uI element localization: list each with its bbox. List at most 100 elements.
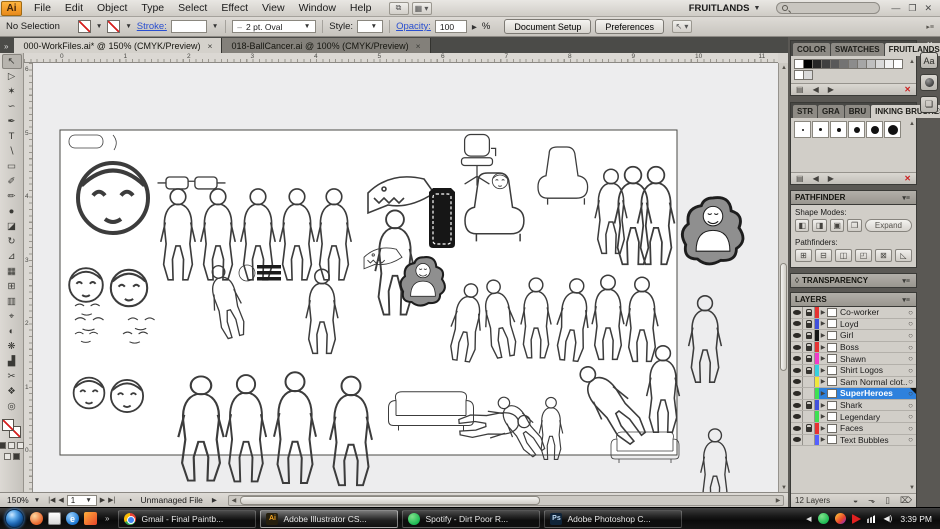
disclosure-triangle-icon[interactable]: ▶ <box>819 425 827 432</box>
panel-tab[interactable]: GRA <box>818 105 844 118</box>
document-tab[interactable]: 018-BallCancer.ai @ 100% (CMYK/Preview) … <box>222 38 430 53</box>
target-circle-icon[interactable]: ○ <box>908 343 916 352</box>
tool-button[interactable]: ∖ <box>2 144 22 159</box>
brush[interactable] <box>866 121 883 138</box>
target-circle-icon[interactable]: ○ <box>908 424 916 433</box>
brush[interactable] <box>794 121 811 138</box>
menu-item[interactable]: Type <box>134 0 171 16</box>
spotify-tray-icon[interactable] <box>818 513 829 524</box>
disclosure-triangle-icon[interactable]: ▶ <box>819 367 827 374</box>
clock-label[interactable]: 3:39 PM <box>900 514 932 524</box>
vertical-scrollbar[interactable]: ▲ ▼ <box>778 63 788 492</box>
layer-row[interactable]: ▶ Faces ○ <box>791 423 916 435</box>
horizontal-scroll-thumb[interactable] <box>240 496 540 505</box>
disclosure-triangle-icon[interactable]: ▶ <box>819 320 827 327</box>
tool-button[interactable]: ↻ <box>2 234 22 249</box>
menu-item[interactable]: View <box>255 0 292 16</box>
tool-button[interactable]: ▷ <box>2 69 22 84</box>
layer-row[interactable]: ▶ Shawn ○ <box>791 353 916 365</box>
arrange-documents-icon[interactable]: ▦ ▾ <box>412 2 432 15</box>
workspace-switcher[interactable]: FRUITLANDS ▼ <box>682 1 768 16</box>
pathfinder-header[interactable]: PATHFINDER ▾≡ <box>790 190 917 205</box>
page-number-field[interactable]: 1 ▼ <box>67 495 97 506</box>
taskbar-button[interactable]: Adobe Photoshop C... <box>544 510 682 528</box>
panel-tab[interactable]: STR <box>793 105 817 118</box>
lock-toggle[interactable] <box>803 365 815 376</box>
disclosure-triangle-icon[interactable]: ▶ <box>819 355 827 362</box>
play-tray-icon[interactable] <box>852 514 861 524</box>
panel-menu-icon[interactable]: ▾≡ <box>900 277 912 285</box>
layer-row[interactable]: ▶ SuperHeroes ○ <box>791 388 916 400</box>
status-display[interactable]: ◔ Unmanaged File ▶ <box>127 495 218 505</box>
previous-icon[interactable]: ◀ <box>813 174 819 183</box>
network-icon[interactable] <box>867 514 878 523</box>
previous-page-icon[interactable]: ◀ <box>58 496 63 504</box>
select-similar-icon[interactable]: ↖ ▾ <box>672 20 692 33</box>
fill-color-well[interactable] <box>2 419 14 431</box>
visibility-toggle[interactable] <box>791 307 803 318</box>
lock-toggle[interactable] <box>803 388 815 399</box>
opacity-link[interactable]: Opacity: <box>396 21 431 32</box>
screen-mode-icon[interactable] <box>13 453 20 460</box>
lock-toggle[interactable] <box>803 342 815 353</box>
tool-button[interactable]: ∽ <box>2 99 22 114</box>
bridge-icon[interactable]: ⧉ <box>389 2 409 15</box>
outline-icon[interactable]: ⊠ <box>875 249 892 262</box>
zoom-level-control[interactable]: 150% ▼ <box>4 495 44 505</box>
panel-tab[interactable]: SWATCHES <box>831 43 884 56</box>
target-circle-icon[interactable]: ○ <box>908 319 916 328</box>
divide-icon[interactable]: ⊞ <box>795 249 812 262</box>
disclosure-triangle-icon[interactable]: ▶ <box>819 413 827 420</box>
lock-toggle[interactable] <box>803 330 815 341</box>
stroke-weight-dropdown-icon[interactable]: ▼ <box>211 23 219 30</box>
vertical-ruler[interactable]: 6543210 <box>24 63 33 492</box>
next-page-icon[interactable]: ▶ <box>100 496 105 504</box>
tool-button[interactable]: ▭ <box>2 159 22 174</box>
minus-front-icon[interactable]: ◨ <box>812 219 826 232</box>
menu-item[interactable]: Effect <box>214 0 255 16</box>
opacity-spinner-icon[interactable]: ▶ <box>471 23 478 31</box>
swatch[interactable] <box>803 70 813 80</box>
attributes-panel-icon[interactable] <box>920 74 938 91</box>
lock-toggle[interactable] <box>803 353 815 364</box>
layer-row[interactable]: ▶ Loyd ○ <box>791 319 916 331</box>
media-player-icon[interactable] <box>84 512 97 525</box>
visibility-toggle[interactable] <box>791 342 803 353</box>
layer-name[interactable]: Text Bubbles <box>840 435 908 445</box>
disclosure-triangle-icon[interactable]: ▶ <box>819 390 827 397</box>
taskbar-button[interactable]: Spotify - Dirt Poor R... <box>402 510 540 528</box>
panel-menu-icon[interactable]: ▾≡ <box>900 194 912 202</box>
layer-name[interactable]: Sam Normal clot... <box>840 377 908 387</box>
scroll-up-icon[interactable]: ▲ <box>909 121 915 127</box>
search-input[interactable] <box>791 3 871 13</box>
new-sublayer-icon[interactable]: ⬎ <box>868 495 875 506</box>
visibility-toggle[interactable] <box>791 365 803 376</box>
visibility-toggle[interactable] <box>791 377 803 388</box>
panel-tab[interactable]: BRU <box>845 105 870 118</box>
unite-icon[interactable]: ◧ <box>795 219 809 232</box>
disclosure-triangle-icon[interactable]: ▶ <box>819 332 827 339</box>
close-tab-icon[interactable]: × <box>416 41 421 51</box>
style-combo[interactable]: ▼ <box>357 20 383 33</box>
close-button[interactable]: ✕ <box>924 3 932 14</box>
tool-button[interactable]: ↖ <box>2 54 22 69</box>
tool-button[interactable]: ● <box>2 204 22 219</box>
control-panel-menu-icon[interactable]: ▸≡ <box>926 23 934 31</box>
visibility-toggle[interactable] <box>791 330 803 341</box>
brush[interactable] <box>812 121 829 138</box>
layer-row[interactable]: ▶ Shirt Logos ○ <box>791 365 916 377</box>
tool-button[interactable]: ✒ <box>2 114 22 129</box>
start-button[interactable] <box>5 509 24 528</box>
target-circle-icon[interactable]: ○ <box>908 412 916 421</box>
vertical-scroll-thumb[interactable] <box>780 263 787 371</box>
scroll-left-icon[interactable]: ◀ <box>229 497 239 504</box>
horizontal-scrollbar[interactable]: ◀ ▶ <box>228 495 784 506</box>
layer-row[interactable]: ▶ Girl ○ <box>791 330 916 342</box>
layer-row[interactable]: ▶ Co-worker ○ <box>791 307 916 319</box>
taskbar-button[interactable]: Gmail - Final Paintb... <box>118 510 256 528</box>
document-tab[interactable]: 000-WorkFiles.ai* @ 150% (CMYK/Preview) … <box>14 38 222 53</box>
brush-libraries-icon[interactable]: ▤ <box>796 174 804 183</box>
tool-button[interactable]: ⊿ <box>2 249 22 264</box>
visibility-toggle[interactable] <box>791 435 803 446</box>
disclosure-triangle-icon[interactable]: ▶ <box>819 344 827 351</box>
